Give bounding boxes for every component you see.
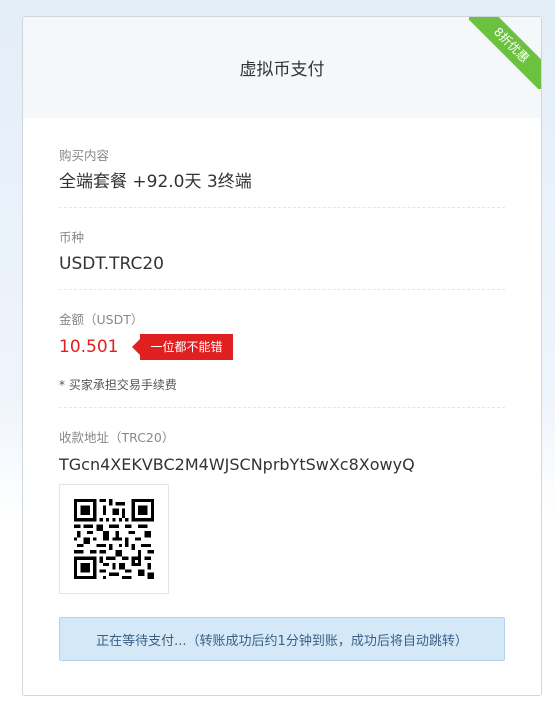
payment-card: 虚拟币支付 8折优惠 购买内容 全端套餐 +92.0天 3终端 币种 USDT.…: [22, 16, 542, 696]
purchase-field: 购买内容 全端套餐 +92.0天 3终端: [59, 118, 505, 208]
qr-code-icon: [74, 499, 154, 579]
address-label: 收款地址（TRC20）: [59, 430, 175, 445]
discount-badge: 8折优惠: [469, 17, 541, 89]
payment-status-banner: 正在等待支付...（转账成功后约1分钟到账，成功后将自动跳转）: [59, 617, 505, 661]
status-text: 正在等待支付...（转账成功后约1分钟到账，成功后将自动跳转）: [96, 633, 468, 649]
purchase-label: 购买内容: [59, 148, 110, 163]
amount-row: 10.501 一位都不能错: [59, 334, 505, 360]
qr-code: [59, 484, 169, 594]
address-field: 收款地址（TRC20） TGcn4XEKVBC2M4WJSCNprbYtSwXc…: [59, 408, 505, 608]
card-header: 虚拟币支付: [23, 17, 541, 118]
currency-label: 币种: [59, 230, 85, 245]
card-body: 购买内容 全端套餐 +92.0天 3终端 币种 USDT.TRC20 金额（US…: [23, 118, 541, 608]
discount-ribbon: 8折优惠: [469, 17, 541, 89]
currency-value: USDT.TRC20: [59, 254, 164, 274]
address-value[interactable]: TGcn4XEKVBC2M4WJSCNprbYtSwXc8XowyQ: [59, 454, 505, 476]
amount-label: 金额（USDT）: [59, 312, 144, 327]
currency-field: 币种 USDT.TRC20: [59, 208, 505, 290]
amount-field: 金额（USDT） 10.501 一位都不能错 * 买家承担交易手续费: [59, 290, 505, 408]
purchase-value: 全端套餐 +92.0天 3终端: [59, 172, 252, 192]
fee-note: * 买家承担交易手续费: [59, 378, 177, 392]
exact-amount-tag: 一位都不能错: [132, 334, 233, 360]
amount-value[interactable]: 10.501: [59, 334, 118, 360]
page-title: 虚拟币支付: [239, 60, 325, 80]
